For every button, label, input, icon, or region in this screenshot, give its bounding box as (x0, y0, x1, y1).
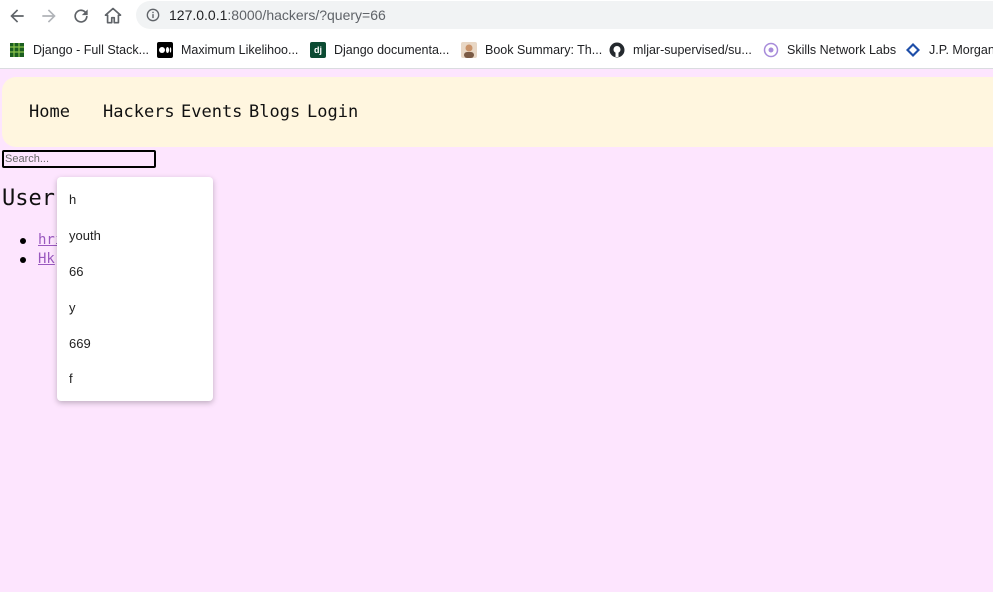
bookmark-label: Django - Full Stack... (33, 43, 150, 57)
autocomplete-option[interactable]: 669 (69, 336, 91, 351)
bullet-icon (20, 257, 26, 263)
site-navbar: Home Hackers Events Blogs Login (2, 77, 993, 147)
autocomplete-option[interactable]: youth (69, 228, 101, 243)
bullet-icon (20, 238, 26, 244)
search-input[interactable] (2, 150, 156, 168)
autocomplete-option[interactable]: h (69, 192, 76, 207)
autocomplete-option[interactable]: y (69, 300, 76, 315)
bookmarks-bar: Django - Full Stack... Maximum Likelihoo… (0, 32, 993, 69)
github-favicon-icon (609, 42, 625, 58)
grid-favicon-icon (9, 42, 25, 58)
bookmark-label: mljar-supervised/su... (633, 43, 752, 57)
bookmark-skills-network-labs[interactable]: Skills Network Labs (763, 41, 896, 59)
bookmark-django-documentation[interactable]: dj Django documenta... (310, 41, 449, 59)
bookmark-mljar-supervised[interactable]: mljar-supervised/su... (609, 41, 752, 59)
back-icon[interactable] (5, 4, 29, 28)
url-host: 127.0.0.1 (169, 7, 228, 23)
bookmark-book-summary[interactable]: Book Summary: Th... (461, 41, 602, 59)
bookmark-label: Skills Network Labs (787, 43, 897, 57)
bookmark-maximum-likelihood[interactable]: Maximum Likelihoo... (157, 41, 298, 59)
bookmark-django-full-stack[interactable]: Django - Full Stack... (9, 41, 149, 59)
jpmorgan-favicon-icon (905, 42, 921, 58)
autocomplete-dropdown: h youth 66 y 669 f (57, 177, 213, 401)
home-icon[interactable] (101, 4, 125, 28)
avatar-favicon-icon (461, 42, 477, 58)
nav-login-link[interactable]: Login (307, 102, 358, 122)
bookmark-label: J.P. Morgan (929, 43, 993, 57)
bookmark-label: Book Summary: Th... (485, 43, 603, 57)
forward-icon[interactable] (37, 4, 61, 28)
bookmark-jp-morgan[interactable]: J.P. Morgan (905, 41, 993, 59)
nav-blogs-link[interactable]: Blogs (249, 102, 300, 122)
address-bar[interactable]: 127.0.0.1:8000/hackers/?query=66 (136, 1, 993, 29)
medium-favicon-icon (157, 42, 173, 58)
django-favicon-icon: dj (310, 42, 326, 58)
info-icon[interactable] (146, 8, 160, 22)
nav-events-link[interactable]: Events (181, 102, 242, 122)
bookmark-label: Django documenta... (334, 43, 450, 57)
user-link[interactable]: Hk (38, 251, 55, 267)
autocomplete-option[interactable]: 66 (69, 264, 83, 279)
url-path: :8000/hackers/?query=66 (227, 7, 386, 23)
url-text: 127.0.0.1:8000/hackers/?query=66 (169, 7, 386, 23)
browser-toolbar: 127.0.0.1:8000/hackers/?query=66 (0, 0, 993, 32)
nav-home-link[interactable]: Home (29, 102, 70, 122)
bookmark-label: Maximum Likelihoo... (181, 43, 299, 57)
skills-network-favicon-icon (763, 42, 779, 58)
nav-hackers-link[interactable]: Hackers (103, 102, 175, 122)
reload-icon[interactable] (69, 4, 93, 28)
autocomplete-option[interactable]: f (69, 371, 73, 386)
